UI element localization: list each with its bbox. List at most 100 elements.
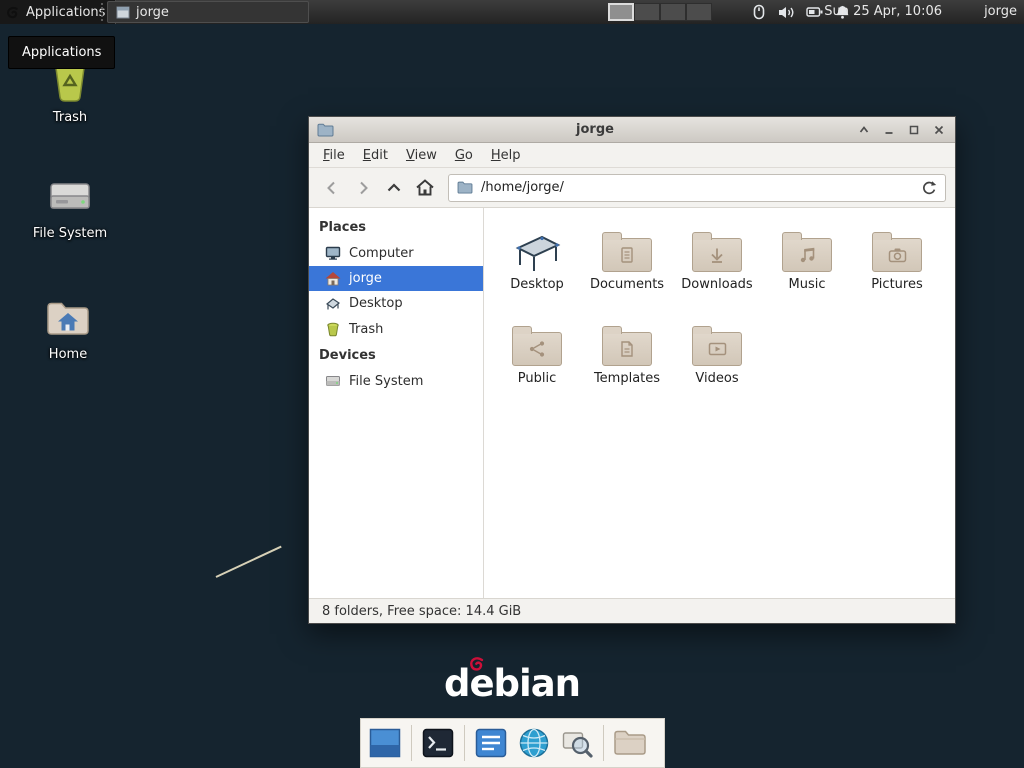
show-desktop-launcher[interactable] <box>368 726 402 760</box>
desktop-icon-home[interactable]: Home <box>18 293 118 362</box>
minimize-button[interactable] <box>881 122 897 138</box>
file-manager-window: jorge File Edit View Go Help <box>308 116 956 624</box>
desktop-icon-label: File System <box>20 226 120 241</box>
file-item-videos[interactable]: Videos <box>672 318 762 404</box>
debian-logo-text: debian <box>444 662 580 705</box>
file-label: Documents <box>590 277 664 292</box>
taskbar-window-icon <box>116 6 130 19</box>
file-item-templates[interactable]: Templates <box>582 318 672 404</box>
file-item-pictures[interactable]: Pictures <box>852 224 942 310</box>
trash-place-icon <box>325 321 341 337</box>
file-label: Music <box>789 277 826 292</box>
file-label: Videos <box>695 371 738 386</box>
downloads-folder-icon <box>692 238 742 272</box>
shade-button[interactable] <box>856 122 872 138</box>
menu-view[interactable]: View <box>397 145 446 166</box>
path-input[interactable]: /home/jorge/ <box>481 180 913 195</box>
sidebar-item-label: Desktop <box>349 296 403 311</box>
workspace-cell-1[interactable] <box>608 3 634 21</box>
text-editor-launcher[interactable] <box>474 726 508 760</box>
dock-separator <box>603 725 604 761</box>
sidebar-item-trash[interactable]: Trash <box>309 316 483 342</box>
workspace-cell-3[interactable] <box>660 3 686 21</box>
sidebar-item-label: Trash <box>349 322 383 337</box>
terminal-icon <box>422 728 454 758</box>
sidebar: Places Computer jorge Desktop <box>309 208 484 598</box>
menu-file[interactable]: File <box>314 145 354 166</box>
file-label: Desktop <box>510 277 564 292</box>
taskbar-window-button[interactable]: jorge <box>107 1 309 23</box>
panel-handle[interactable] <box>101 3 104 21</box>
file-label: Public <box>518 371 556 386</box>
battery-icon[interactable] <box>806 4 823 21</box>
dock-separator <box>411 725 412 761</box>
sidebar-item-computer[interactable]: Computer <box>309 240 483 266</box>
dock-panel <box>360 718 665 768</box>
globe-icon <box>518 727 550 759</box>
toolbar: /home/jorge/ <box>309 168 955 208</box>
file-item-desktop[interactable]: Desktop <box>492 224 582 310</box>
mouse-icon[interactable] <box>750 4 767 21</box>
taskbar-window-label: jorge <box>136 5 169 20</box>
user-menu[interactable]: jorge <box>984 4 1017 19</box>
file-item-documents[interactable]: Documents <box>582 224 672 310</box>
terminal-launcher[interactable] <box>421 726 455 760</box>
sidebar-devices-header: Devices <box>309 342 483 368</box>
stray-artifact-line <box>216 546 282 578</box>
window-title: jorge <box>340 122 850 137</box>
public-folder-icon <box>512 332 562 366</box>
up-button[interactable] <box>380 174 407 201</box>
maximize-button[interactable] <box>906 122 922 138</box>
sidebar-item-label: Computer <box>349 246 414 261</box>
web-browser-launcher[interactable] <box>517 726 551 760</box>
hard-drive-icon <box>46 172 94 220</box>
reload-button[interactable] <box>921 180 937 196</box>
sidebar-item-label: jorge <box>349 271 382 286</box>
menubar: File Edit View Go Help <box>309 143 955 168</box>
status-bar: 8 folders, Free space: 14.4 GiB <box>309 598 955 623</box>
window-titlebar[interactable]: jorge <box>309 117 955 143</box>
clock[interactable]: Sun 25 Apr, 10:06 <box>824 4 942 19</box>
path-bar[interactable]: /home/jorge/ <box>448 174 946 202</box>
forward-button[interactable] <box>349 174 376 201</box>
desktop-icon-file-system[interactable]: File System <box>20 172 120 241</box>
sidebar-places-header: Places <box>309 214 483 240</box>
workspace-cell-2[interactable] <box>634 3 660 21</box>
menu-go[interactable]: Go <box>446 145 482 166</box>
file-label: Pictures <box>871 277 922 292</box>
back-button[interactable] <box>318 174 345 201</box>
close-button[interactable] <box>931 122 947 138</box>
desktop-place-icon <box>325 296 341 311</box>
home-button[interactable] <box>411 174 438 201</box>
app-finder-launcher[interactable] <box>560 726 594 760</box>
music-folder-icon <box>782 238 832 272</box>
applications-tooltip: Applications <box>8 36 115 69</box>
file-item-public[interactable]: Public <box>492 318 582 404</box>
path-folder-icon <box>457 181 473 194</box>
sidebar-item-desktop[interactable]: Desktop <box>309 291 483 316</box>
menu-help[interactable]: Help <box>482 145 530 166</box>
drive-icon <box>325 373 341 389</box>
status-text: 8 folders, Free space: 14.4 GiB <box>322 604 521 619</box>
volume-icon[interactable] <box>778 4 795 21</box>
desktop-icon-label: Home <box>18 347 118 362</box>
home-folder-icon <box>44 293 92 341</box>
computer-icon <box>325 245 341 261</box>
file-item-downloads[interactable]: Downloads <box>672 224 762 310</box>
sidebar-item-file-system[interactable]: File System <box>309 368 483 394</box>
debian-swirl-icon <box>467 655 487 675</box>
text-editor-icon <box>475 728 507 758</box>
folder-icon <box>613 729 647 757</box>
file-grid: Desktop Documents Downloads Music <box>484 208 955 598</box>
applications-menu-button[interactable]: Applications <box>0 0 116 24</box>
menu-edit[interactable]: Edit <box>354 145 397 166</box>
templates-folder-icon <box>602 332 652 366</box>
sidebar-item-jorge[interactable]: jorge <box>309 266 483 291</box>
workspace-cell-4[interactable] <box>686 3 712 21</box>
applications-menu-label: Applications <box>26 5 105 20</box>
file-manager-launcher[interactable] <box>613 726 647 760</box>
workspace-switcher <box>608 3 712 21</box>
pictures-folder-icon <box>872 238 922 272</box>
dock-separator <box>464 725 465 761</box>
file-item-music[interactable]: Music <box>762 224 852 310</box>
